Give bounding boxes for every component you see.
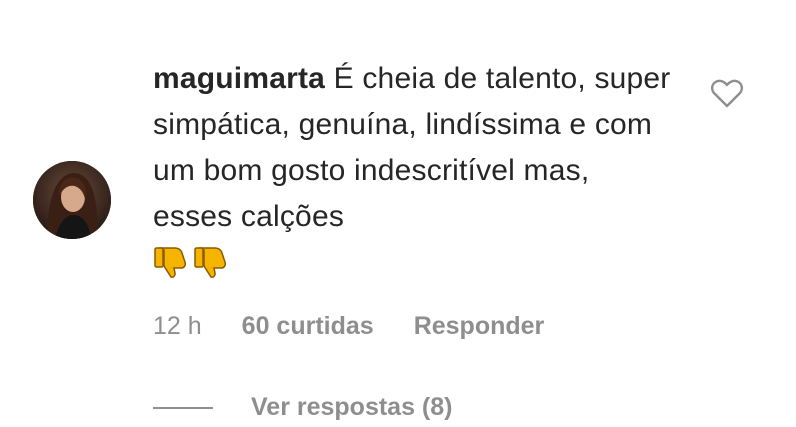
comment-emoji-row xyxy=(153,244,229,280)
avatar-photo xyxy=(33,161,111,239)
heart-outline-icon xyxy=(710,79,744,108)
like-button[interactable] xyxy=(710,77,744,109)
comment-username[interactable]: maguimarta xyxy=(153,62,325,95)
view-replies-label: Ver respostas (8) xyxy=(251,393,453,421)
reply-button[interactable]: Responder xyxy=(414,312,545,341)
comment-body: maguimarta É cheia de talento, super sim… xyxy=(153,56,673,286)
replies-divider xyxy=(153,406,213,409)
avatar[interactable] xyxy=(33,161,111,239)
comment-likes-count[interactable]: 60 curtidas xyxy=(242,312,374,341)
thumbs-down-emoji xyxy=(154,247,186,279)
comment-meta: 12 h 60 curtidas Responder xyxy=(153,312,544,341)
view-replies-button[interactable]: Ver respostas (8) xyxy=(153,393,453,422)
comment-timestamp[interactable]: 12 h xyxy=(153,312,202,341)
thumbs-down-emoji xyxy=(194,247,226,279)
